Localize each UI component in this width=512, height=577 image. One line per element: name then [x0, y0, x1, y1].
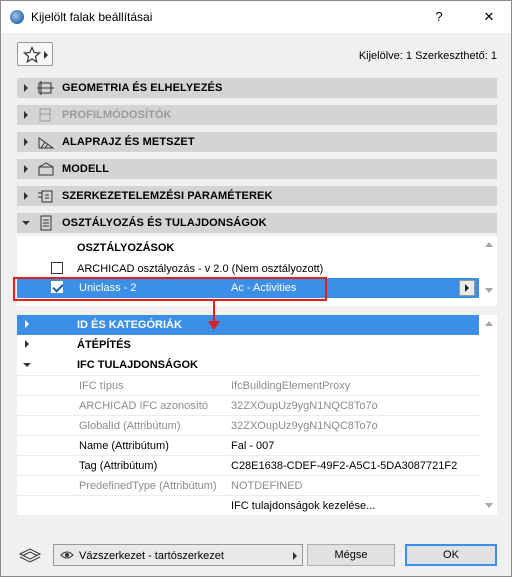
- section-floorplan[interactable]: ALAPRAJZ ÉS METSZET: [17, 132, 497, 152]
- group-label: IFC TULAJDONSÁGOK: [77, 359, 198, 371]
- ok-button[interactable]: OK: [405, 544, 497, 566]
- section-structural-analysis[interactable]: SZERKEZETELEMZÉSI PARAMÉTEREK: [17, 186, 497, 206]
- property-name: Tag (Attribútum): [79, 460, 158, 472]
- group-renovation[interactable]: ÁTÉPÍTÉS: [17, 335, 479, 355]
- ifc-property-row: ARCHICAD IFC azonosító 32ZXOupUz9ygN1NQC…: [17, 395, 479, 415]
- star-icon: [23, 46, 41, 64]
- layer-icon: [18, 548, 42, 563]
- properties-panel: ID ÉS KATEGÓRIÁK ÁTÉPÍTÉS IFC TULAJDONSÁ…: [17, 315, 497, 515]
- section-label: GEOMETRIA ÉS ELHELYEZÉS: [62, 82, 223, 94]
- property-value[interactable]: Fal - 007: [231, 440, 274, 452]
- scroll-up-icon[interactable]: [485, 321, 493, 326]
- property-value: 32ZXOupUz9ygN1NQC8To7o: [231, 420, 378, 432]
- chevron-down-icon: [22, 221, 30, 225]
- chevron-right-icon: [25, 320, 29, 328]
- structural-analysis-icon: [38, 190, 53, 203]
- property-name: GlobalId (Attribútum): [79, 420, 181, 432]
- ifc-property-row: IFC típus IfcBuildingElementProxy: [17, 375, 479, 395]
- manage-ifc-properties-link[interactable]: IFC tulajdonságok kezelése...: [231, 500, 375, 512]
- property-value[interactable]: C28E1638-CDEF-49F2-A5C1-5DA3087721F2: [231, 460, 457, 472]
- property-value: 32ZXOupUz9ygN1NQC8To7o: [231, 400, 378, 412]
- ifc-property-row[interactable]: Tag (Attribútum) C28E1638-CDEF-49F2-A5C1…: [17, 455, 479, 475]
- eye-icon: [60, 551, 74, 559]
- classification-row[interactable]: ARCHICAD osztályozás - v 2.0 (Nem osztál…: [17, 259, 479, 279]
- ifc-property-row[interactable]: Name (Attribútum) Fal - 007: [17, 435, 479, 455]
- chevron-down-icon: [23, 363, 31, 367]
- section-label: ALAPRAJZ ÉS METSZET: [62, 136, 195, 148]
- geometry-icon: [37, 81, 54, 95]
- group-label: ID ÉS KATEGÓRIÁK: [77, 319, 182, 331]
- classification-icon: [40, 215, 52, 231]
- chevron-right-icon: [24, 165, 28, 173]
- highlight-arrow-head: [208, 321, 220, 330]
- help-button[interactable]: ?: [429, 7, 449, 27]
- chevron-right-icon: [25, 340, 29, 348]
- chevron-right-icon: [293, 552, 297, 560]
- scroll-down-icon[interactable]: [485, 503, 493, 508]
- profile-modifier-icon: [39, 108, 51, 122]
- classification-system: ARCHICAD osztályozás - v 2.0 (Nem osztál…: [77, 263, 324, 275]
- property-value: NOTDEFINED: [231, 480, 303, 492]
- chevron-right-icon: [44, 51, 48, 59]
- classification-scrollbar[interactable]: [481, 236, 497, 298]
- chevron-right-icon: [24, 192, 28, 200]
- ifc-property-row: PredefinedType (Attribútum) NOTDEFINED: [17, 475, 479, 495]
- archicad-app-icon: [10, 10, 24, 24]
- property-name: PredefinedType (Attribútum): [79, 480, 217, 492]
- model-icon: [38, 162, 54, 176]
- chevron-right-icon: [24, 84, 28, 92]
- cancel-button[interactable]: Mégse: [307, 544, 395, 566]
- favorites-button[interactable]: [17, 42, 53, 66]
- scroll-up-icon[interactable]: [485, 242, 493, 247]
- section-label: PROFILMÓDOSÍTÓK: [62, 109, 172, 121]
- ifc-manage-row[interactable]: IFC tulajdonságok kezelése...: [17, 495, 479, 515]
- section-classification-properties[interactable]: OSZTÁLYOZÁS ÉS TULAJDONSÁGOK: [17, 213, 497, 233]
- highlight-box: [13, 277, 327, 301]
- group-ifc-properties[interactable]: IFC TULAJDONSÁGOK: [17, 355, 479, 375]
- settings-dialog: Kijelölt falak beállításai ? ✕ Kijelölve…: [0, 0, 512, 577]
- section-model[interactable]: MODELL: [17, 159, 497, 179]
- title-bar: Kijelölt falak beállításai ? ✕: [1, 1, 511, 33]
- section-label: MODELL: [62, 163, 110, 175]
- section-label: OSZTÁLYOZÁS ÉS TULAJDONSÁGOK: [62, 217, 267, 229]
- group-id-categories[interactable]: ID ÉS KATEGÓRIÁK: [17, 315, 479, 335]
- window-title: Kijelölt falak beállításai: [31, 10, 153, 24]
- close-button[interactable]: ✕: [479, 7, 499, 27]
- layer-dropdown[interactable]: Vázszerkezet - tartószerkezet: [53, 544, 303, 566]
- group-label: ÁTÉPÍTÉS: [77, 339, 131, 351]
- section-geometry[interactable]: GEOMETRIA ÉS ELHELYEZÉS: [17, 78, 497, 98]
- section-profile-modifiers: PROFILMÓDOSÍTÓK: [17, 105, 497, 125]
- properties-scrollbar[interactable]: [481, 315, 497, 515]
- chevron-right-icon: [24, 138, 28, 146]
- selection-count: Kijelölve: 1 Szerkeszthető: 1: [358, 50, 497, 62]
- property-name: IFC típus: [79, 380, 124, 392]
- property-value: IfcBuildingElementProxy: [231, 380, 351, 392]
- floorplan-section-icon: [38, 137, 55, 149]
- classification-checkbox[interactable]: [51, 262, 63, 274]
- chevron-right-icon: [24, 111, 28, 119]
- property-name: ARCHICAD IFC azonosító: [79, 400, 208, 412]
- section-label: SZERKEZETELEMZÉSI PARAMÉTEREK: [62, 190, 273, 202]
- ifc-property-row: GlobalId (Attribútum) 32ZXOupUz9ygN1NQC8…: [17, 415, 479, 435]
- layer-dropdown-value: Vázszerkezet - tartószerkezet: [79, 550, 224, 562]
- classification-picker-button[interactable]: [459, 280, 475, 296]
- classification-header: OSZTÁLYOZÁSOK: [77, 242, 175, 254]
- property-name: Name (Attribútum): [79, 440, 169, 452]
- scroll-down-icon[interactable]: [485, 288, 493, 293]
